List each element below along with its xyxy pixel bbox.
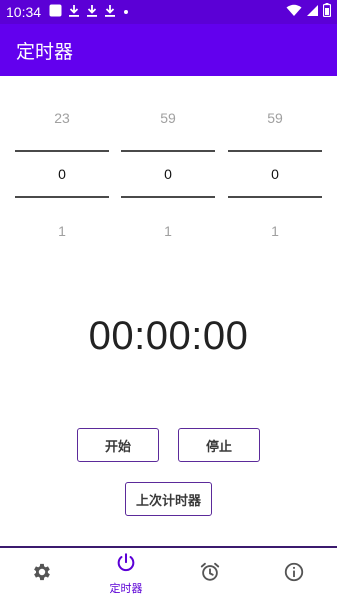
wifi-icon: [286, 4, 302, 21]
status-system-icons: [286, 3, 332, 21]
timer-display: 00:00:00: [88, 314, 249, 358]
nav-label-timer: 定时器: [109, 582, 143, 595]
picker-next-value: 1: [164, 223, 172, 239]
battery-icon: [322, 3, 332, 21]
page-title: 定时器: [16, 40, 74, 63]
picker-current-value[interactable]: 0: [228, 166, 322, 182]
picker-next-value: 1: [58, 223, 66, 239]
picker-current-value[interactable]: 0: [15, 166, 109, 182]
download-icon: [68, 4, 80, 21]
picker-prev-value: 59: [160, 110, 176, 126]
nav-item-timer[interactable]: 定时器: [84, 548, 168, 600]
picker-divider-bottom: [15, 196, 109, 198]
status-time: 10:34: [6, 4, 42, 20]
power-icon: [115, 552, 137, 578]
nav-item-alarm[interactable]: [168, 548, 252, 600]
picker-next-value: 1: [271, 223, 279, 239]
picker-prev-value: 59: [267, 110, 283, 126]
hours-picker[interactable]: 23 0 1: [15, 100, 109, 250]
picker-current-value[interactable]: 0: [121, 166, 215, 182]
info-icon: [283, 561, 305, 587]
download-icon: [104, 4, 116, 21]
bottom-navigation: 定时器: [0, 546, 337, 600]
picker-prev-value: 23: [54, 110, 70, 126]
dot-icon: [122, 5, 130, 20]
picker-divider-bottom: [228, 196, 322, 198]
alarm-clock-icon: [199, 561, 221, 587]
picker-divider-bottom: [121, 196, 215, 198]
picker-divider-top: [228, 150, 322, 152]
last-timer-button[interactable]: 上次计时器: [125, 482, 212, 516]
picker-divider-top: [15, 150, 109, 152]
signal-icon: [306, 4, 319, 21]
nav-item-info[interactable]: [252, 548, 336, 600]
stop-button[interactable]: 停止: [178, 428, 260, 462]
nav-item-settings[interactable]: [0, 548, 84, 600]
status-notifications: [49, 4, 130, 21]
status-bar: 10:34: [0, 0, 337, 24]
app-bar: 定时器: [0, 24, 337, 76]
notification-square-icon: [49, 4, 62, 21]
minutes-picker[interactable]: 59 0 1: [121, 100, 215, 250]
start-button[interactable]: 开始: [77, 428, 159, 462]
gear-icon: [31, 561, 53, 587]
download-icon: [86, 4, 98, 21]
seconds-picker[interactable]: 59 0 1: [228, 100, 322, 250]
picker-divider-top: [121, 150, 215, 152]
